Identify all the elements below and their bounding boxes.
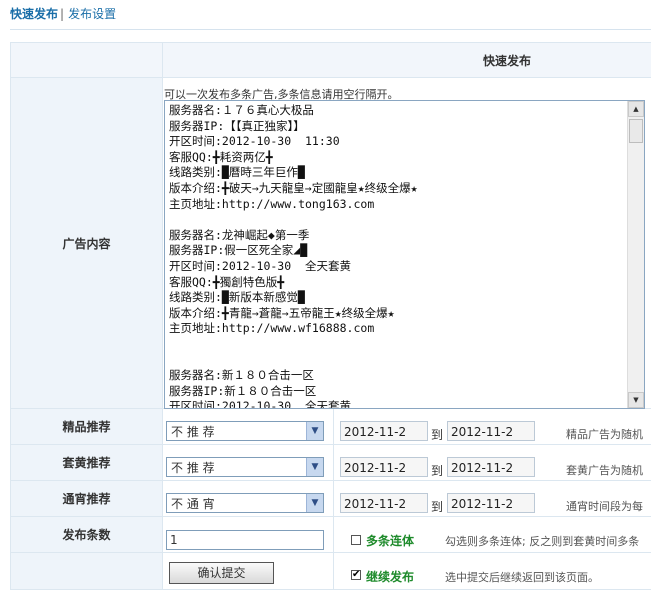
ad-content-text[interactable]: 服务器名:１７６真心大极品 服务器IP:【【真正独家】】 开区时间:2012-1… xyxy=(169,103,626,408)
textarea-scrollbar[interactable]: ▲ ▼ xyxy=(627,101,644,408)
overnight-note: 通宵时间段为每 xyxy=(566,500,643,513)
continue-checkbox[interactable]: ✔ xyxy=(351,570,361,580)
overnight-to-label: 到 xyxy=(431,500,444,514)
premium-note: 精品广告为随机 xyxy=(566,428,643,441)
premium-label: 精品推荐 xyxy=(10,408,163,445)
package-date-from[interactable]: 2012-11-2 xyxy=(340,457,428,477)
overnight-select-value: 不 通 宵 xyxy=(171,497,215,511)
premium-select[interactable]: 不 推 荐 ▼ xyxy=(166,421,324,441)
nav-publish-settings[interactable]: 发布设置 xyxy=(68,7,116,21)
submit-button[interactable]: 确认提交 xyxy=(169,562,274,584)
nav-quick-publish[interactable]: 快速发布 xyxy=(10,7,58,21)
package-to-label: 到 xyxy=(431,464,444,478)
package-note: 套黄广告为随机 xyxy=(566,464,643,477)
chevron-down-icon[interactable]: ▼ xyxy=(306,458,323,476)
scroll-thumb[interactable] xyxy=(629,119,643,143)
continue-note: 选中提交后继续返回到该页面。 xyxy=(445,571,599,584)
scroll-down-arrow-icon[interactable]: ▼ xyxy=(628,392,644,408)
page-title: 快速发布 xyxy=(161,42,651,78)
count-input[interactable]: 1 xyxy=(166,530,324,550)
overnight-select[interactable]: 不 通 宵 ▼ xyxy=(166,493,324,513)
overnight-date-to[interactable]: 2012-11-2 xyxy=(447,493,535,513)
nav-separator: | xyxy=(60,7,65,21)
package-select[interactable]: 不 推 荐 ▼ xyxy=(166,457,324,477)
header-empty-cell xyxy=(10,42,163,78)
chevron-down-icon[interactable]: ▼ xyxy=(306,494,323,512)
continue-label[interactable]: 继续发布 xyxy=(366,568,414,585)
package-label: 套黄推荐 xyxy=(10,444,163,481)
package-date-to[interactable]: 2012-11-2 xyxy=(447,457,535,477)
nav-divider xyxy=(10,29,651,30)
multi-checkbox[interactable] xyxy=(351,535,361,545)
scroll-up-arrow-icon[interactable]: ▲ xyxy=(628,101,644,117)
chevron-down-icon[interactable]: ▼ xyxy=(306,422,323,440)
overnight-date-from[interactable]: 2012-11-2 xyxy=(340,493,428,513)
ad-content-label: 广告内容 xyxy=(10,77,163,409)
premium-date-to[interactable]: 2012-11-2 xyxy=(447,421,535,441)
submit-label-cell xyxy=(10,552,163,590)
overnight-label: 通宵推荐 xyxy=(10,480,163,517)
premium-to-label: 到 xyxy=(431,428,444,442)
multi-note: 勾选则多条连体; 反之则到套黄时间多条 xyxy=(445,535,640,548)
top-nav: 快速发布 | 发布设置 xyxy=(10,5,116,23)
premium-select-value: 不 推 荐 xyxy=(171,425,215,439)
count-label: 发布条数 xyxy=(10,516,163,553)
package-select-value: 不 推 荐 xyxy=(171,461,215,475)
ad-content-textarea[interactable]: 服务器名:１７６真心大极品 服务器IP:【【真正独家】】 开区时间:2012-1… xyxy=(164,100,645,409)
premium-date-from[interactable]: 2012-11-2 xyxy=(340,421,428,441)
multi-label[interactable]: 多条连体 xyxy=(366,532,414,549)
